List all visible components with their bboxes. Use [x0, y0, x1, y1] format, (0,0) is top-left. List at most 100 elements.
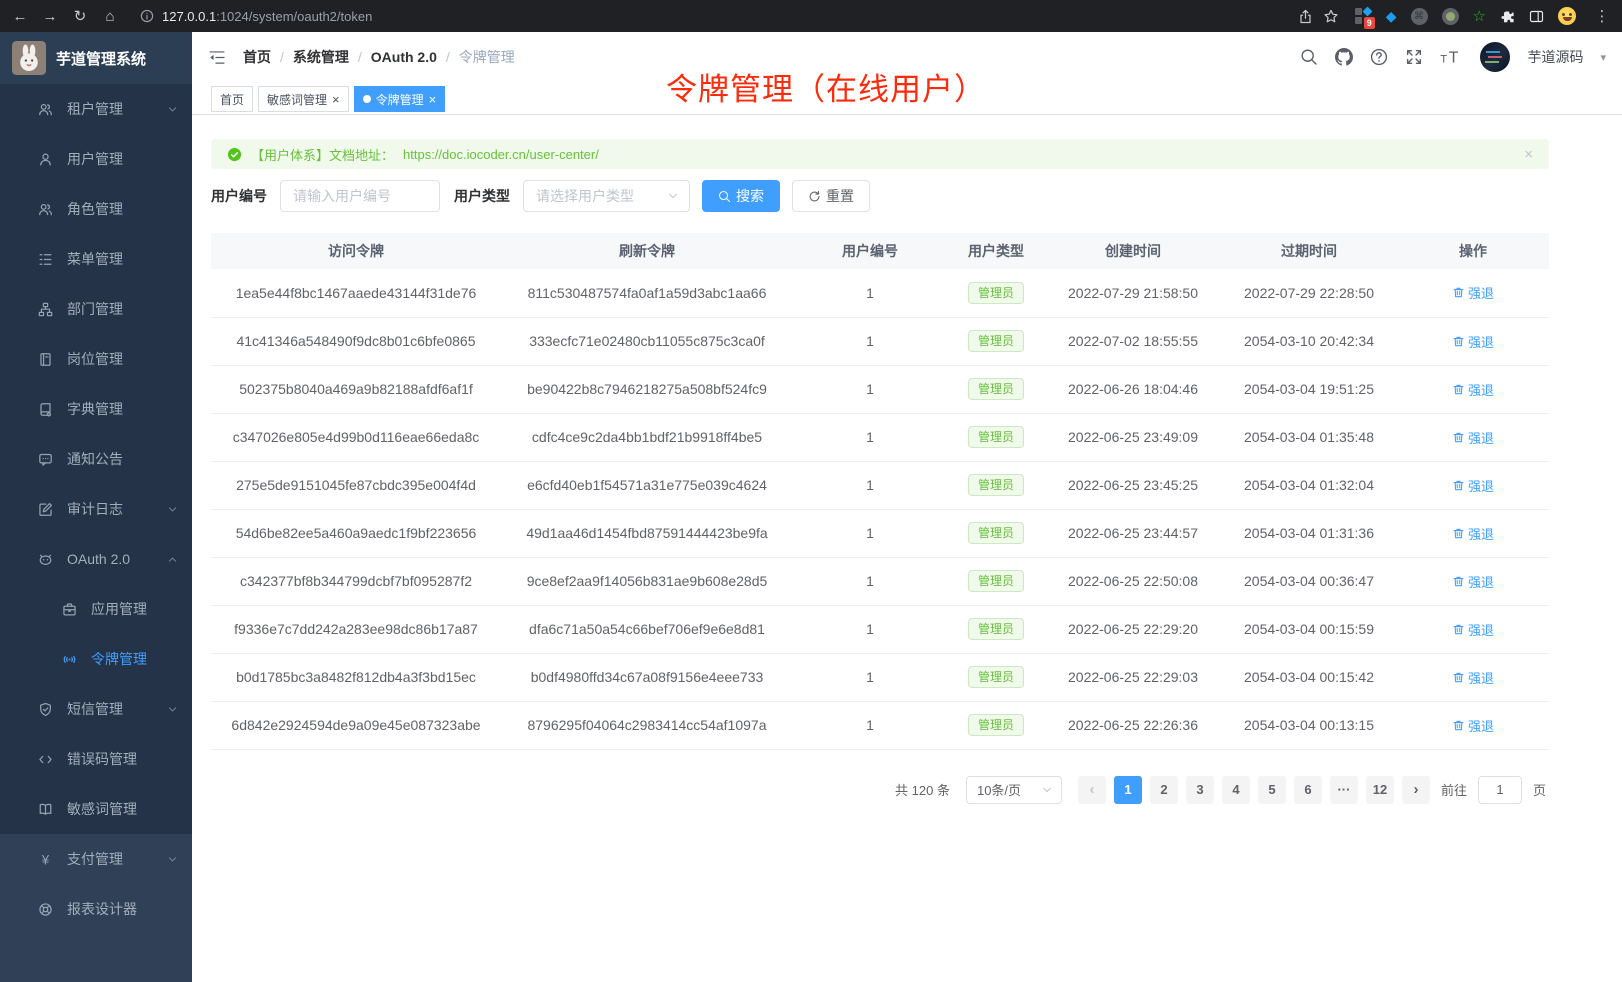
- back-icon[interactable]: ←: [10, 6, 30, 26]
- recorder-extension-icon[interactable]: [1442, 8, 1459, 25]
- sidebar-item-notice[interactable]: 通知公告: [0, 434, 192, 484]
- prev-page-button[interactable]: ‹: [1078, 776, 1106, 804]
- force-logout-button[interactable]: 强退: [1452, 476, 1494, 495]
- breadcrumb-item[interactable]: OAuth 2.0: [371, 49, 437, 65]
- search-icon[interactable]: [1300, 48, 1318, 66]
- goto-page-input[interactable]: [1478, 776, 1522, 804]
- reset-button-label: 重置: [826, 186, 854, 206]
- expire-time-cell: 2054-03-10 20:42:34: [1221, 317, 1397, 365]
- sidebar-item-post[interactable]: 岗位管理: [0, 334, 192, 384]
- alert-close-icon[interactable]: ×: [1524, 146, 1533, 163]
- page-button-5[interactable]: 5: [1258, 776, 1286, 804]
- alert-text: 【用户体系】文档地址：: [251, 145, 394, 164]
- close-icon[interactable]: ×: [429, 93, 437, 106]
- table-row: 41c41346a548490f9dc8b01c6bfe0865333ecfc7…: [211, 317, 1549, 365]
- reset-button[interactable]: 重置: [792, 180, 870, 212]
- page-ellipsis-button[interactable]: ···: [1330, 776, 1358, 804]
- sidebar-item-audit-log[interactable]: 审计日志: [0, 484, 192, 534]
- tab-首页[interactable]: 首页: [211, 86, 253, 112]
- action-cell: 强退: [1397, 509, 1549, 557]
- sidebar-item-oauth2-token[interactable]: 令牌管理: [0, 634, 192, 684]
- reload-icon[interactable]: ↻: [70, 6, 90, 26]
- refresh-token-cell: 9ce8ef2aa9f14056b831ae9b608e28d5: [501, 557, 793, 605]
- sidebar-collapse-icon[interactable]: [208, 50, 226, 65]
- sidebar-item-sensitive-word[interactable]: 敏感词管理: [0, 784, 192, 834]
- sidebar-item-label: 审计日志: [67, 499, 167, 519]
- sidebar-item-dept[interactable]: 部门管理: [0, 284, 192, 334]
- access-token-cell: 41c41346a548490f9dc8b01c6bfe0865: [211, 317, 501, 365]
- tab-敏感词管理[interactable]: 敏感词管理×: [258, 86, 349, 112]
- column-header: 刷新令牌: [501, 233, 793, 269]
- star-extension-icon[interactable]: ☆: [1473, 7, 1486, 25]
- font-size-icon[interactable]: TT: [1440, 48, 1463, 66]
- user-type-cell: 管理员: [947, 509, 1045, 557]
- forward-icon[interactable]: →: [40, 6, 60, 26]
- breadcrumb-item[interactable]: 系统管理: [293, 47, 349, 67]
- page-button-1[interactable]: 1: [1114, 776, 1142, 804]
- user-name[interactable]: 芋道源码: [1527, 47, 1583, 67]
- user-type-select[interactable]: 请选择用户类型: [523, 180, 690, 212]
- force-logout-button[interactable]: 强退: [1452, 620, 1494, 639]
- browser-menu-icon[interactable]: ⋮: [1592, 6, 1612, 26]
- force-logout-button[interactable]: 强退: [1452, 380, 1494, 399]
- tab-令牌管理[interactable]: 令牌管理×: [354, 86, 446, 112]
- force-logout-button[interactable]: 强退: [1452, 668, 1494, 687]
- sidebar-item-pay[interactable]: ¥支付管理: [0, 834, 192, 884]
- user-icon: [38, 152, 53, 167]
- next-page-button[interactable]: ›: [1402, 776, 1430, 804]
- user-type-cell: 管理员: [947, 653, 1045, 701]
- sidebar-item-tenant[interactable]: 租户管理: [0, 84, 192, 134]
- page-button-4[interactable]: 4: [1222, 776, 1250, 804]
- caret-down-icon[interactable]: ▾: [1600, 51, 1606, 64]
- table-row: f9336e7c7dd242a283ee98dc86b17a87dfa6c71a…: [211, 605, 1549, 653]
- pay-icon: ¥: [38, 852, 53, 867]
- force-logout-button[interactable]: 强退: [1452, 332, 1494, 351]
- page-button-12[interactable]: 12: [1366, 776, 1394, 804]
- create-time-cell: 2022-06-25 23:45:25: [1045, 461, 1221, 509]
- sidebar-item-dict[interactable]: 字典管理: [0, 384, 192, 434]
- page-button-2[interactable]: 2: [1150, 776, 1178, 804]
- password-extension-icon[interactable]: 9: [1355, 8, 1372, 25]
- force-logout-button[interactable]: 强退: [1452, 716, 1494, 735]
- fullscreen-icon[interactable]: [1405, 48, 1423, 66]
- search-button[interactable]: 搜索: [702, 180, 780, 212]
- user-avatar[interactable]: [1480, 42, 1510, 72]
- page-button-6[interactable]: 6: [1294, 776, 1322, 804]
- force-logout-button[interactable]: 强退: [1452, 572, 1494, 591]
- sidebar-item-sms[interactable]: 短信管理: [0, 684, 192, 734]
- sidebar-item-error-code[interactable]: 错误码管理: [0, 734, 192, 784]
- command-extension-icon[interactable]: ⌘: [1411, 8, 1428, 25]
- create-time-cell: 2022-06-25 22:29:03: [1045, 653, 1221, 701]
- access-token-cell: 275e5de9151045fe87cbdc395e004f4d: [211, 461, 501, 509]
- help-icon[interactable]: [1370, 48, 1388, 66]
- address-bar[interactable]: 127.0.0.1:1024/system/oauth2/token: [130, 9, 1288, 24]
- page-size-select[interactable]: 10条/页: [966, 776, 1062, 804]
- notice-icon: [38, 452, 53, 467]
- user-type-badge: 管理员: [968, 618, 1024, 640]
- close-icon[interactable]: ×: [332, 93, 340, 106]
- svg-text:T: T: [1441, 54, 1448, 66]
- share-icon[interactable]: [1298, 9, 1313, 24]
- sidebar-item-oauth2-app[interactable]: 应用管理: [0, 584, 192, 634]
- home-icon[interactable]: ⌂: [100, 6, 120, 26]
- sidebar-item-report[interactable]: 报表设计器: [0, 884, 192, 934]
- breadcrumb-separator: /: [358, 49, 362, 65]
- extensions-puzzle-icon[interactable]: [1500, 9, 1515, 24]
- alert-link[interactable]: https://doc.iocoder.cn/user-center/: [403, 147, 599, 162]
- sidebar-item-menu[interactable]: 菜单管理: [0, 234, 192, 284]
- force-logout-button[interactable]: 强退: [1452, 283, 1494, 302]
- force-logout-button[interactable]: 强退: [1452, 524, 1494, 543]
- site-info-icon[interactable]: [140, 9, 154, 23]
- browser-sidebar-icon[interactable]: [1529, 9, 1544, 24]
- sidebar-item-user[interactable]: 用户管理: [0, 134, 192, 184]
- gem-extension-icon[interactable]: ◆: [1386, 8, 1397, 25]
- force-logout-button[interactable]: 强退: [1452, 428, 1494, 447]
- breadcrumb-item[interactable]: 首页: [243, 47, 271, 67]
- user-id-input[interactable]: [280, 180, 440, 212]
- sidebar-item-role[interactable]: 角色管理: [0, 184, 192, 234]
- page-button-3[interactable]: 3: [1186, 776, 1214, 804]
- github-icon[interactable]: [1335, 48, 1353, 66]
- sidebar-item-oauth2[interactable]: OAuth 2.0: [0, 534, 192, 584]
- bookmark-star-icon[interactable]: [1323, 8, 1339, 24]
- profile-avatar-icon[interactable]: [1558, 7, 1576, 25]
